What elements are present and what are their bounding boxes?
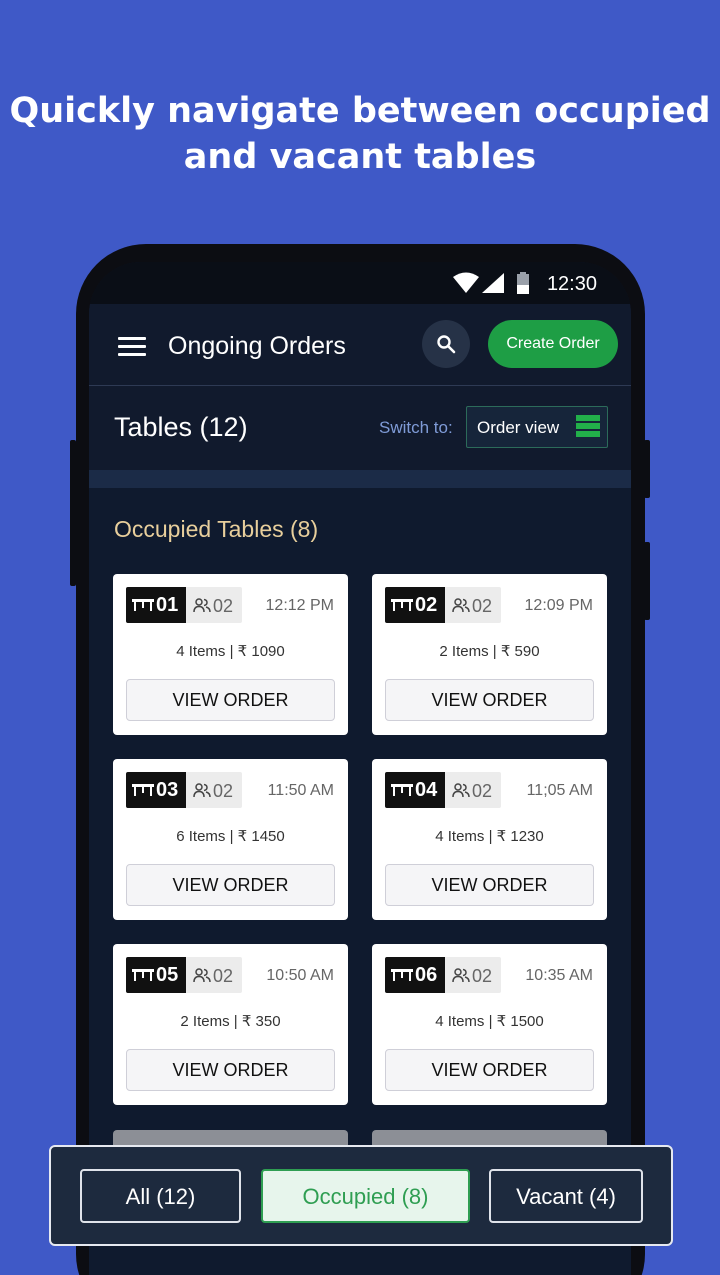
table-icon xyxy=(132,784,154,796)
order-time: 12:09 PM xyxy=(524,597,593,614)
tables-title: Tables (12) xyxy=(114,412,248,442)
list-view-icon xyxy=(576,415,600,439)
guest-count: 02 xyxy=(472,596,493,616)
promo-line-1: Quickly navigate between occupied xyxy=(9,91,711,131)
view-order-button[interactable]: VIEW ORDER xyxy=(126,864,335,906)
table-number: 04 xyxy=(415,779,438,801)
promo-line-2: and vacant tables xyxy=(183,137,537,177)
search-icon xyxy=(437,335,456,354)
order-time: 11;05 AM xyxy=(526,782,593,799)
guest-count-badge: 02 xyxy=(445,772,501,808)
view-order-button[interactable]: VIEW ORDER xyxy=(385,864,594,906)
guests-icon xyxy=(193,783,211,798)
status-time: 12:30 xyxy=(546,273,597,295)
table-card: 04 02 11;05 AM 4 Items | ₹ 1230 VIEW ORDER xyxy=(372,759,607,920)
promo-headline: Quickly navigate between occupied and va… xyxy=(0,88,720,180)
table-card: 03 02 11:50 AM 6 Items | ₹ 1450 VIEW ORDER xyxy=(113,759,348,920)
filter-bar: All (12) Occupied (8) Vacant (4) xyxy=(49,1145,673,1246)
guest-count: 02 xyxy=(472,781,493,801)
filter-all-button[interactable]: All (12) xyxy=(80,1169,241,1223)
tables-header: Tables (12) Switch to: Order view xyxy=(89,386,631,470)
view-order-button[interactable]: VIEW ORDER xyxy=(385,1049,594,1091)
table-number: 05 xyxy=(156,964,179,986)
table-number: 01 xyxy=(156,594,179,616)
status-bar: 12:30 xyxy=(89,262,631,304)
table-number-badge: 02 xyxy=(385,587,445,623)
create-order-button[interactable]: Create Order xyxy=(488,320,618,368)
table-number-badge: 05 xyxy=(126,957,186,993)
table-icon xyxy=(132,599,154,611)
table-icon xyxy=(391,784,413,796)
guests-icon xyxy=(452,598,470,613)
guests-icon xyxy=(452,783,470,798)
guest-count: 02 xyxy=(213,596,234,616)
table-number-badge: 04 xyxy=(385,772,445,808)
guest-count: 02 xyxy=(472,966,493,986)
table-icon xyxy=(132,969,154,981)
order-time: 10:35 AM xyxy=(525,967,593,984)
table-icon xyxy=(391,969,413,981)
battery-icon xyxy=(517,272,529,294)
table-card: 02 02 12:09 PM 2 Items | ₹ 590 VIEW ORDER xyxy=(372,574,607,735)
guest-count-badge: 02 xyxy=(186,957,242,993)
switch-label: Switch to: xyxy=(379,418,453,437)
table-number-badge: 03 xyxy=(126,772,186,808)
order-summary: 4 Items | ₹ 1230 xyxy=(435,828,544,845)
table-number-badge: 06 xyxy=(385,957,445,993)
view-order-button[interactable]: VIEW ORDER xyxy=(385,679,594,721)
order-summary: 2 Items | ₹ 590 xyxy=(439,643,540,660)
order-time: 10:50 AM xyxy=(266,967,334,984)
order-summary: 2 Items | ₹ 350 xyxy=(180,1013,281,1030)
guest-count-badge: 02 xyxy=(445,957,501,993)
table-number: 02 xyxy=(415,594,438,616)
guest-count-badge: 02 xyxy=(186,772,242,808)
guest-count-badge: 02 xyxy=(186,587,242,623)
order-view-toggle[interactable]: Order view xyxy=(466,406,608,448)
table-card: 06 02 10:35 AM 4 Items | ₹ 1500 VIEW ORDER xyxy=(372,944,607,1105)
guest-count: 02 xyxy=(213,781,234,801)
order-summary: 4 Items | ₹ 1090 xyxy=(176,643,285,660)
guests-icon xyxy=(193,968,211,983)
order-view-label: Order view xyxy=(477,418,560,437)
order-time: 11:50 AM xyxy=(267,782,334,799)
app-title: Ongoing Orders xyxy=(168,332,346,360)
hamburger-menu-icon[interactable] xyxy=(118,337,146,357)
phone-screen: 12:30 Ongoing Orders Create Order Tables… xyxy=(89,262,631,1275)
table-number-badge: 01 xyxy=(126,587,186,623)
filter-vacant-button[interactable]: Vacant (4) xyxy=(489,1169,643,1223)
table-card: 05 02 10:50 AM 2 Items | ₹ 350 VIEW ORDER xyxy=(113,944,348,1105)
order-summary: 4 Items | ₹ 1500 xyxy=(435,1013,544,1030)
filter-occupied-button[interactable]: Occupied (8) xyxy=(261,1169,470,1223)
order-summary: 6 Items | ₹ 1450 xyxy=(176,828,285,845)
table-number: 03 xyxy=(156,779,179,801)
guests-icon xyxy=(452,968,470,983)
order-time: 12:12 PM xyxy=(265,597,334,614)
search-button[interactable] xyxy=(422,320,470,368)
table-number: 06 xyxy=(415,964,438,986)
section-divider xyxy=(89,470,631,488)
app-bar: Ongoing Orders Create Order xyxy=(89,304,631,386)
occupied-section-title: Occupied Tables (8) xyxy=(114,516,319,542)
signal-icon xyxy=(482,273,504,293)
guest-count-badge: 02 xyxy=(445,587,501,623)
table-card: 01 02 12:12 PM 4 Items | ₹ 1090 VIEW ORDER xyxy=(113,574,348,735)
guest-count: 02 xyxy=(213,966,234,986)
guests-icon xyxy=(193,598,211,613)
view-order-button[interactable]: VIEW ORDER xyxy=(126,679,335,721)
wifi-icon xyxy=(453,272,479,293)
view-order-button[interactable]: VIEW ORDER xyxy=(126,1049,335,1091)
table-icon xyxy=(391,599,413,611)
